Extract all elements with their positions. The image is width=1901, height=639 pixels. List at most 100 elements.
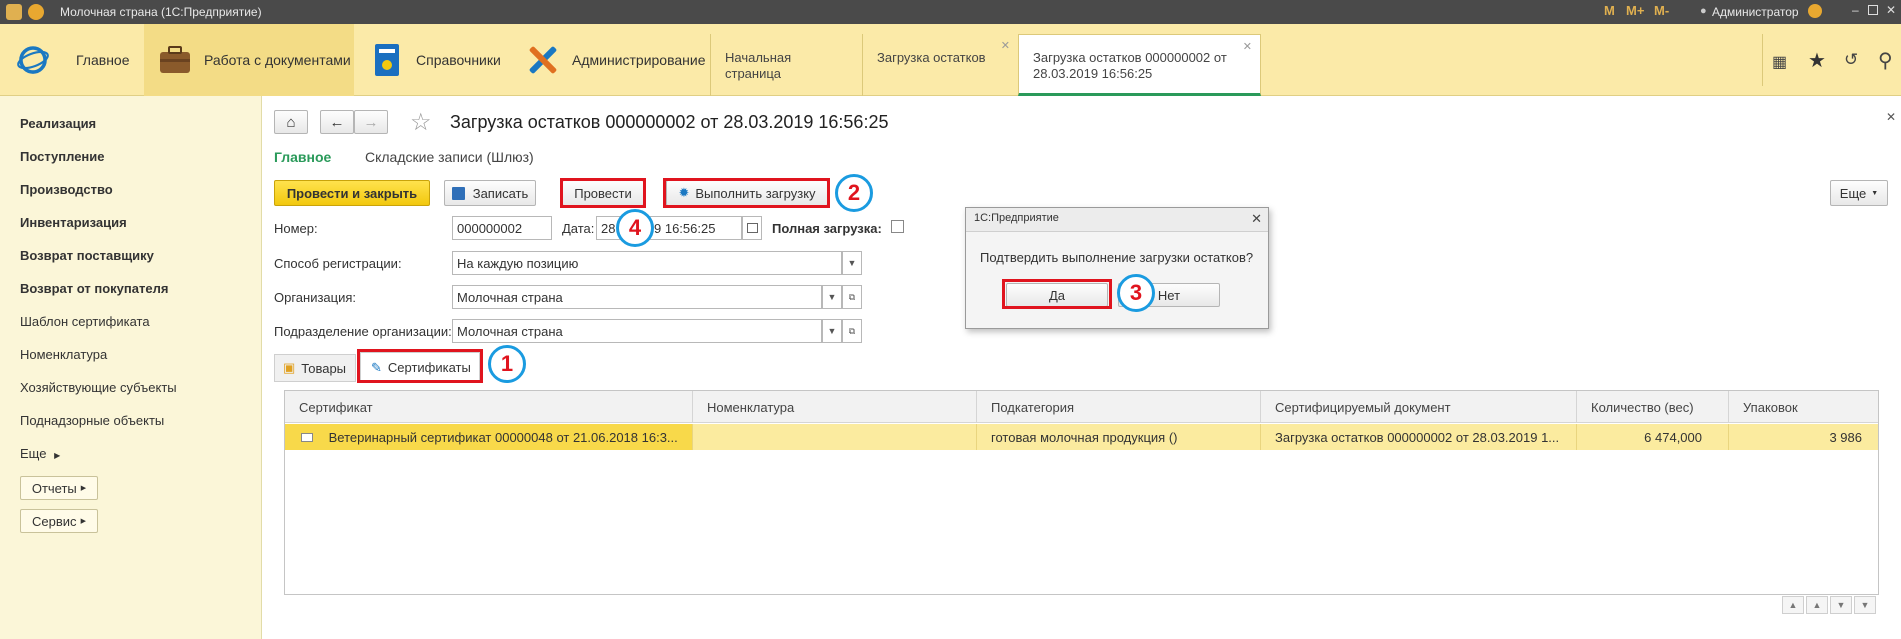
history-icon[interactable]: ↺ — [1844, 50, 1858, 70]
window-menu-icon[interactable] — [28, 4, 44, 20]
dialog-question: Подтвердить выполнение загрузки остатков… — [980, 250, 1254, 265]
section-toolbar-divider — [1762, 34, 1763, 86]
column-header-certificate[interactable]: Сертификат — [285, 391, 693, 423]
nav-item-supervised[interactable]: Поднадзорные объекты — [20, 413, 164, 428]
number-field[interactable]: 000000002 — [452, 216, 552, 240]
section-references[interactable]: Справочники — [370, 24, 520, 96]
save-button[interactable]: Записать — [444, 180, 536, 206]
service-button[interactable]: Сервис ▶ — [20, 509, 98, 533]
close-doc-icon[interactable]: ✕ — [1886, 110, 1896, 124]
post-and-close-button[interactable]: Провести и закрыть — [274, 180, 430, 206]
tab-stock-load-doc[interactable]: Загрузка остатков 000000002 от 28.03.201… — [1018, 34, 1261, 96]
department-field[interactable]: Молочная страна — [452, 319, 822, 343]
1c-logo-icon — [16, 43, 50, 77]
organization-field[interactable]: Молочная страна — [452, 285, 822, 309]
scroll-first-icon[interactable]: ▲ — [1782, 596, 1804, 614]
organization-label: Организация: — [274, 290, 357, 305]
row-document-icon — [301, 433, 313, 442]
search-icon[interactable]: ⚲ — [1878, 48, 1893, 73]
row-certificate-value: Ветеринарный сертификат 00000048 от 21.0… — [328, 430, 678, 445]
section-panel: Главное Работа с документами Справочники… — [0, 24, 1901, 96]
close-window-icon[interactable]: ✕ — [1886, 3, 1896, 17]
tab-goods-label: Товары — [301, 360, 347, 376]
table-row-cell-quantity[interactable]: 6 474,000 — [1577, 424, 1729, 450]
grid-menu-icon[interactable]: ▦ — [1772, 52, 1787, 72]
nav-item-nomenclature[interactable]: Номенклатура — [20, 347, 107, 362]
section-main[interactable]: Главное — [16, 24, 144, 96]
favorites-star-icon[interactable]: ★ — [1808, 48, 1826, 73]
column-header-nomenclature[interactable]: Номенклатура — [693, 391, 977, 423]
highlight-yes-button — [1002, 279, 1112, 309]
minimize-icon[interactable]: – — [1852, 3, 1859, 17]
calendar-button[interactable] — [742, 216, 762, 240]
info-icon[interactable] — [1808, 4, 1822, 18]
floppy-icon — [451, 186, 465, 200]
column-header-document[interactable]: Сертифицируемый документ — [1261, 391, 1577, 423]
nav-item-return-supplier[interactable]: Возврат поставщику — [20, 248, 154, 263]
tab-stock-load[interactable]: Загрузка остатков ✕ — [862, 34, 1018, 96]
nav-item-return-customer[interactable]: Возврат от покупателя — [20, 281, 168, 296]
number-label: Номер: — [274, 221, 318, 236]
back-button[interactable]: ← — [320, 110, 354, 134]
m-button[interactable]: M — [1604, 3, 1615, 18]
department-open-button[interactable]: ⧉ — [842, 319, 862, 343]
close-tab-icon[interactable]: ✕ — [1243, 39, 1252, 55]
section-admin[interactable]: Администрирование — [526, 24, 711, 96]
nav-item-entities[interactable]: Хозяйствующие субъекты — [20, 380, 177, 395]
full-load-checkbox[interactable] — [891, 220, 904, 233]
column-header-subcategory[interactable]: Подкатегория — [977, 391, 1261, 423]
navigation-panel: Реализация Поступление Производство Инве… — [0, 96, 262, 639]
nav-item-sales[interactable]: Реализация — [20, 116, 96, 131]
restore-icon[interactable] — [1868, 5, 1878, 15]
table-row-cell-document[interactable]: Загрузка остатков 000000002 от 28.03.201… — [1261, 424, 1577, 450]
registration-dropdown-button[interactable]: ▼ — [842, 251, 862, 275]
nav-item-receipts[interactable]: Поступление — [20, 149, 105, 164]
m-minus-button[interactable]: M- — [1654, 3, 1669, 18]
scroll-last-icon[interactable]: ▼ — [1854, 596, 1876, 614]
window-title-bar: Молочная страна (1С:Предприятие) M M+ M-… — [0, 0, 1901, 24]
m-plus-button[interactable]: M+ — [1626, 3, 1644, 18]
section-main-label: Главное — [76, 52, 130, 68]
nav-item-cert-template[interactable]: Шаблон сертификата — [20, 314, 150, 329]
home-icon: ⌂ — [286, 113, 296, 131]
date-value-left: 28 — [601, 221, 616, 236]
tab-doc-label-line2: 28.03.2019 16:56:25 — [1033, 66, 1153, 81]
table-row-cell-certificate[interactable]: Ветеринарный сертификат 00000048 от 21.0… — [285, 424, 693, 450]
column-header-packages[interactable]: Упаковок — [1729, 391, 1878, 423]
organization-open-button[interactable]: ⧉ — [842, 285, 862, 309]
section-documents[interactable]: Работа с документами — [144, 24, 354, 96]
scroll-up-icon[interactable]: ▲ — [1806, 596, 1828, 614]
table-row-cell-packages[interactable]: 3 986 — [1729, 424, 1878, 450]
save-label: Записать — [472, 185, 529, 201]
calendar-icon — [746, 223, 758, 233]
link-warehouse-records[interactable]: Складские записи (Шлюз) — [365, 149, 534, 165]
home-button[interactable]: ⌂ — [274, 110, 308, 134]
service-label: Сервис — [32, 513, 77, 529]
chevron-right-icon: ▶ — [54, 451, 61, 460]
dialog-close-icon[interactable]: ✕ — [1251, 211, 1262, 227]
more-button[interactable]: Еще ▼ — [1830, 180, 1888, 206]
tab-doc-label-line1: Загрузка остатков 000000002 от — [1033, 50, 1227, 65]
nav-item-inventory[interactable]: Инвентаризация — [20, 215, 127, 230]
user-icon: ● — [1700, 5, 1707, 17]
favorite-star-icon[interactable]: ☆ — [410, 108, 432, 137]
scroll-down-icon[interactable]: ▼ — [1830, 596, 1852, 614]
nav-item-more[interactable]: Еще ▶ — [20, 446, 60, 461]
user-name[interactable]: Администратор — [1712, 5, 1799, 19]
organization-dropdown-button[interactable]: ▼ — [822, 285, 842, 309]
column-header-quantity[interactable]: Количество (вес) — [1577, 391, 1729, 423]
close-tab-icon[interactable]: ✕ — [1001, 38, 1010, 54]
table-row-cell-subcategory[interactable]: готовая молочная продукция () — [977, 424, 1261, 450]
forward-button[interactable]: → — [354, 110, 388, 134]
tools-icon — [526, 43, 560, 77]
link-main[interactable]: Главное — [274, 149, 331, 165]
nav-item-production[interactable]: Производство — [20, 182, 113, 197]
arrow-right-icon: → — [363, 113, 379, 131]
tab-goods[interactable]: ▣ Товары — [274, 354, 356, 382]
tab-home-page[interactable]: Начальная страница — [710, 34, 862, 96]
reports-button[interactable]: Отчеты ▶ — [20, 476, 98, 500]
table-row-cell-nomenclature[interactable] — [693, 424, 977, 450]
date-label: Дата: — [562, 221, 595, 236]
registration-method-field[interactable]: На каждую позицию — [452, 251, 842, 275]
department-dropdown-button[interactable]: ▼ — [822, 319, 842, 343]
